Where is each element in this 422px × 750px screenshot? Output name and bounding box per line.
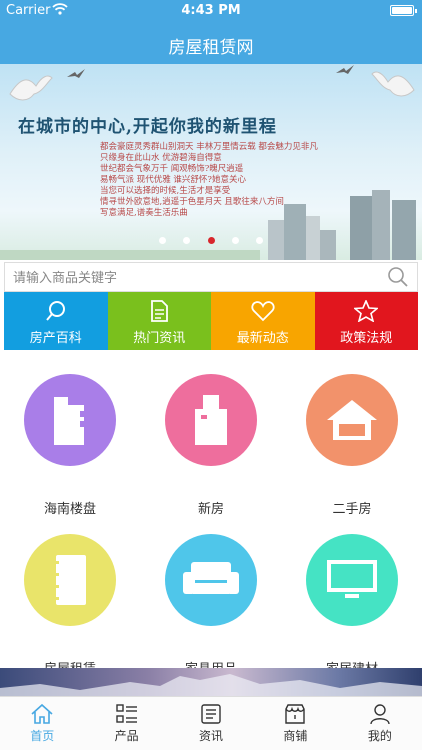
page-title: 房屋租赁网 [168,38,254,58]
carousel-dot[interactable] [159,237,167,244]
quick-link-latest-news[interactable]: 最新动态 [211,292,315,350]
tab-products[interactable]: 产品 [84,697,168,750]
category-furniture[interactable]: 家具用品 [141,534,281,677]
tab-profile[interactable]: 我的 [338,697,422,750]
buildings-icon [54,397,86,445]
dove-icon [67,69,85,78]
heart-icon [251,301,275,322]
carousel-dot-active[interactable] [207,237,215,244]
category-rental[interactable]: 房屋租赁 [0,534,140,677]
quick-link-label: 政策法规 [340,331,393,346]
carousel-dot[interactable] [231,237,239,244]
category-label: 海南楼盘 [43,502,96,517]
tab-news[interactable]: 资讯 [169,697,253,750]
quick-link-encyclopedia[interactable]: 房产百科 [4,292,108,350]
tab-label: 资讯 [199,729,224,743]
dove-icon [336,65,354,74]
nav-bar: 房屋租赁网 [0,22,422,64]
tab-label: 首页 [30,729,55,743]
tab-bar: 首页 产品 资讯 商铺 我的 [0,696,422,750]
list-icon [115,704,137,723]
building-image [0,250,260,260]
dove-icon [371,71,415,97]
carousel-dot[interactable] [183,237,191,244]
poem-line: 都会豪庭灵秀群山别洞天 丰林万里情云载 都会魅力见非凡 [100,142,318,152]
banner-headline: 在城市的中心,开起你我的新里程 [18,117,277,137]
quick-link-label: 热门资讯 [133,331,186,346]
category-icon-circle [24,534,116,626]
tab-home[interactable]: 首页 [0,697,84,750]
dove-icon [9,75,53,101]
category-icon-circle [306,374,398,466]
carousel-dots [0,229,422,248]
monitor-icon [327,560,377,598]
banner-carousel[interactable]: 在城市的中心,开起你我的新里程 都会豪庭灵秀群山别洞天 丰林万里情云载 都会魅力… [0,64,422,260]
category-label: 二手房 [332,502,372,517]
notebook-icon [53,555,86,605]
search-input[interactable] [13,267,383,287]
search-bar [4,262,418,292]
category-second-hand[interactable]: 二手房 [282,374,422,517]
tab-shops[interactable]: 商铺 [253,697,337,750]
search-icon[interactable] [387,266,409,288]
news-icon [201,704,221,724]
skyline-image [0,674,422,696]
category-icon-circle [24,374,116,466]
quick-link-label: 房产百科 [29,331,82,346]
category-hainan-properties[interactable]: 海南楼盘 [0,374,140,517]
category-icon-circle [165,534,257,626]
building-image [350,196,372,260]
poem-line: 世纪都会气象万千 闻观畅饰?魄尺逍遥 [100,164,244,174]
battery-icon [390,5,417,16]
quick-links: 房产百科 热门资讯 最新动态 政策法规 [4,292,418,350]
category-building-materials[interactable]: 家居建材 [282,534,422,677]
building-image [372,190,390,260]
category-icon-circle [306,534,398,626]
home-icon [31,703,53,724]
shop-icon [285,704,306,724]
document-icon [151,300,169,322]
tab-label: 我的 [367,729,392,743]
category-label: 新房 [197,502,224,517]
sofa-icon [183,562,239,594]
building-icon [195,395,227,445]
quick-link-policy[interactable]: 政策法规 [314,292,418,350]
quick-link-hot-news[interactable]: 热门资讯 [107,292,211,350]
category-new-homes[interactable]: 新房 [141,374,281,517]
user-icon [370,704,390,725]
poem-line: 易畅气派 现代优雅 谁兴舒怀?她意关心 [100,175,246,185]
status-bar: Carrier 4:43 PM [0,0,422,22]
category-icon-circle [165,374,257,466]
search-icon [45,301,65,321]
status-time: 4:43 PM [181,3,241,18]
poem-line: 只缘身在此山水 优游碧海自得意 [100,153,222,163]
promo-banner[interactable] [0,668,422,696]
tab-label: 商铺 [283,729,308,743]
quick-link-label: 最新动态 [236,331,289,346]
star-icon [354,300,379,322]
carousel-dot[interactable] [255,237,263,244]
house-icon [327,400,377,440]
tab-label: 产品 [114,729,139,743]
